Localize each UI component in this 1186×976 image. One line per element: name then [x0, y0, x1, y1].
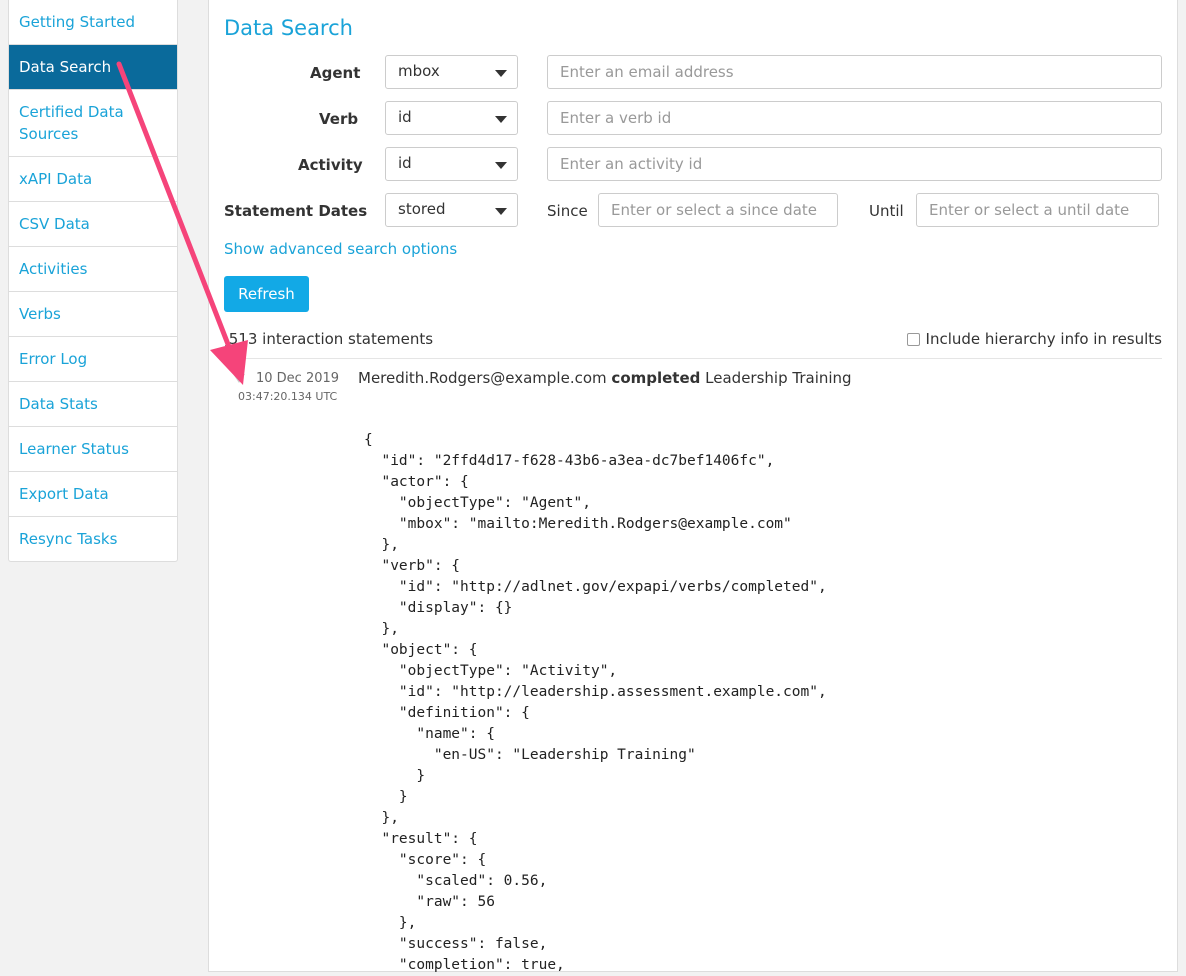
- sidebar-item-resync-tasks[interactable]: Resync Tasks: [9, 516, 177, 561]
- since-date-input[interactable]: [598, 193, 838, 227]
- sidebar-item-getting-started[interactable]: Getting Started: [9, 0, 177, 44]
- activity-type-value: id: [398, 154, 412, 172]
- date-type-select[interactable]: stored: [385, 193, 518, 227]
- sidebar-item-xapi-data[interactable]: xAPI Data: [9, 156, 177, 201]
- sidebar-item-activities[interactable]: Activities: [9, 246, 177, 291]
- agent-email-input[interactable]: [547, 55, 1162, 89]
- date-type-value: stored: [398, 200, 446, 218]
- sidebar-item-verbs[interactable]: Verbs: [9, 291, 177, 336]
- since-label: Since: [547, 202, 588, 220]
- statement-count: ,513 interaction statements: [224, 330, 434, 348]
- refresh-button[interactable]: Refresh: [224, 276, 309, 312]
- main-panel: Data Search Agent mbox Verb id Activity …: [208, 0, 1178, 973]
- sidebar-item-error-log[interactable]: Error Log: [9, 336, 177, 381]
- statement-verb: completed: [611, 369, 701, 387]
- statement-actor: Meredith.Rodgers@example.com: [358, 369, 607, 387]
- sidebar-item-certified-data-sources[interactable]: Certified Data Sources: [9, 89, 177, 156]
- hierarchy-checkbox[interactable]: [906, 332, 920, 346]
- agent-label: Agent: [310, 64, 361, 82]
- sidebar-item-learner-status[interactable]: Learner Status: [9, 426, 177, 471]
- hierarchy-label: Include hierarchy info in results: [925, 330, 1162, 348]
- statement-json: { "id": "2ffd4d17-f628-43b6-a3ea-dc7bef1…: [364, 432, 827, 973]
- divider: [224, 358, 1162, 359]
- until-label: Until: [869, 202, 904, 220]
- page-title: Data Search: [224, 16, 353, 40]
- hierarchy-toggle[interactable]: Include hierarchy info in results: [906, 330, 1162, 348]
- sidebar-item-export-data[interactable]: Export Data: [9, 471, 177, 516]
- sidebar-nav: Getting Started Data Search Certified Da…: [8, 0, 178, 562]
- verb-type-select[interactable]: id: [385, 101, 518, 135]
- triangle-down-icon[interactable]: [233, 374, 245, 383]
- verb-id-input[interactable]: [547, 101, 1162, 135]
- until-date-input[interactable]: [916, 193, 1159, 227]
- statement-summary[interactable]: Meredith.Rodgers@example.com completed L…: [358, 369, 852, 387]
- statement-dates-label: Statement Dates: [224, 202, 368, 220]
- statement-date: 10 Dec 2019: [256, 371, 340, 386]
- statement-time: 03:47:20.134 UTC: [238, 390, 338, 403]
- agent-type-select[interactable]: mbox: [385, 55, 518, 89]
- activity-type-select[interactable]: id: [385, 147, 518, 181]
- verb-type-value: id: [398, 108, 412, 126]
- advanced-search-link[interactable]: Show advanced search options: [224, 240, 457, 258]
- chevron-down-icon: [495, 70, 507, 77]
- sidebar-item-data-search[interactable]: Data Search: [9, 44, 177, 89]
- verb-label: Verb: [319, 110, 359, 128]
- statement-object: Leadership Training: [705, 369, 852, 387]
- sidebar-item-csv-data[interactable]: CSV Data: [9, 201, 177, 246]
- chevron-down-icon: [495, 208, 507, 215]
- sidebar-item-data-stats[interactable]: Data Stats: [9, 381, 177, 426]
- agent-type-value: mbox: [398, 62, 440, 80]
- chevron-down-icon: [495, 162, 507, 169]
- chevron-down-icon: [495, 116, 507, 123]
- activity-id-input[interactable]: [547, 147, 1162, 181]
- activity-label: Activity: [298, 156, 363, 174]
